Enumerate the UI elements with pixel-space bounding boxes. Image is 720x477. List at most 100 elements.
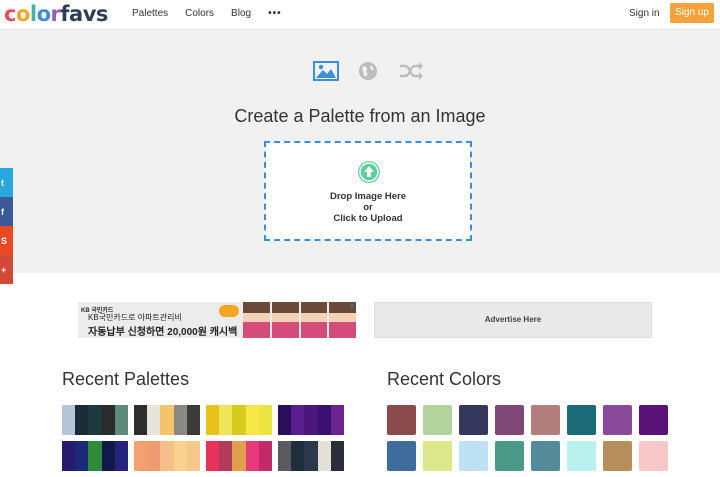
ad-offer: 자동납부 신청하면 20,000원 캐시백	[88, 327, 238, 338]
recent-colors-title: Recent Colors	[387, 369, 502, 389]
nav-colors[interactable]: Colors	[185, 8, 214, 19]
mode-selector	[0, 61, 720, 81]
palette-color-stripe	[114, 405, 129, 435]
color-swatch[interactable]	[639, 441, 668, 471]
social-share-bar: t f S +	[0, 168, 13, 284]
color-swatch[interactable]	[603, 441, 632, 471]
palette-color-stripe	[75, 405, 89, 435]
color-swatch[interactable]	[639, 405, 668, 435]
palette-card[interactable]	[206, 441, 273, 471]
colorfavs-logo[interactable]: colorfavs	[4, 2, 108, 26]
palette-color-stripe	[219, 405, 233, 435]
stumbleupon-icon[interactable]: S	[0, 226, 13, 255]
main-nav: Palettes Colors Blog •••	[132, 8, 299, 19]
color-swatch[interactable]	[567, 405, 596, 435]
more-menu-icon[interactable]: •••	[268, 8, 282, 19]
drop-line-2: or	[363, 202, 373, 213]
color-swatch[interactable]	[423, 405, 452, 435]
logo-letter: s	[95, 2, 109, 26]
palette-color-stripe	[278, 405, 292, 435]
palette-card[interactable]	[278, 405, 345, 435]
top-header: colorfavs Palettes Colors Blog ••• Sign …	[0, 0, 720, 30]
banner-ad[interactable]: KB 국민카드 KB국민카드로 아파트관리비 자동납부 신청하면 20,000원…	[78, 302, 356, 338]
color-swatch[interactable]	[387, 441, 416, 471]
palette-color-stripe	[330, 405, 345, 435]
nav-palettes[interactable]: Palettes	[132, 8, 168, 19]
ad-badge	[219, 305, 239, 317]
color-swatch[interactable]	[531, 441, 560, 471]
palette-color-stripe	[317, 441, 331, 471]
ad-photo	[243, 302, 356, 338]
palette-color-stripe	[147, 405, 161, 435]
palette-color-stripe	[134, 405, 148, 435]
logo-letter: v	[82, 2, 97, 26]
globe-icon[interactable]	[357, 61, 383, 81]
palette-color-stripe	[291, 441, 305, 471]
palette-color-stripe	[258, 441, 273, 471]
ad-headline: KB국민카드로 아파트관리비	[88, 313, 182, 322]
sign-up-button[interactable]: Sign up	[670, 3, 714, 23]
nav-blog[interactable]: Blog	[231, 8, 251, 19]
page-title: Create a Palette from an Image	[234, 106, 486, 126]
color-swatch[interactable]	[387, 405, 416, 435]
drop-line-1: Drop Image Here	[329, 191, 407, 202]
palette-color-stripe	[206, 405, 220, 435]
logo-letter: l	[29, 2, 37, 26]
drop-line-3: Click to Upload	[333, 213, 403, 224]
palette-color-stripe	[147, 441, 161, 471]
palette-color-stripe	[134, 441, 148, 471]
logo-letter: f	[60, 2, 70, 26]
palette-color-stripe	[114, 441, 129, 471]
palette-color-stripe	[258, 405, 273, 435]
palette-color-stripe	[304, 441, 318, 471]
color-swatch[interactable]	[459, 441, 488, 471]
palette-card[interactable]	[62, 441, 129, 471]
image-upload-hero: Create a Palette from an Image Drop Imag…	[0, 30, 720, 273]
palette-color-stripe	[232, 441, 246, 471]
palette-color-stripe	[278, 441, 292, 471]
palette-color-stripe	[317, 405, 331, 435]
color-swatch[interactable]	[603, 405, 632, 435]
palette-card[interactable]	[134, 405, 201, 435]
palette-color-stripe	[245, 441, 259, 471]
palette-card[interactable]	[206, 405, 273, 435]
palette-color-stripe	[206, 441, 220, 471]
palette-color-stripe	[330, 441, 345, 471]
palette-card[interactable]	[134, 441, 201, 471]
facebook-icon[interactable]: f	[0, 197, 13, 226]
logo-letter: c	[4, 2, 16, 26]
logo-letter: r	[50, 2, 61, 26]
palette-card[interactable]	[278, 441, 345, 471]
palette-color-stripe	[186, 405, 201, 435]
palette-color-stripe	[173, 441, 187, 471]
image-icon[interactable]	[313, 61, 339, 81]
color-swatch[interactable]	[531, 405, 560, 435]
palette-color-stripe	[101, 405, 115, 435]
twitter-icon[interactable]: t	[0, 168, 13, 197]
logo-letter: o	[36, 2, 51, 26]
image-dropzone[interactable]: Drop Image Here or Click to Upload	[264, 141, 472, 241]
palette-color-stripe	[75, 441, 89, 471]
upload-arrow-icon	[358, 161, 380, 183]
dropzone-instructions: Drop Image Here or Click to Upload	[266, 191, 470, 224]
advertise-here-button[interactable]: Advertise Here	[374, 302, 652, 338]
color-swatch[interactable]	[495, 441, 524, 471]
palette-color-stripe	[245, 405, 259, 435]
palette-color-stripe	[88, 441, 102, 471]
ad-close-icon[interactable]: x	[351, 303, 355, 310]
palette-color-stripe	[173, 405, 187, 435]
color-swatch[interactable]	[495, 405, 524, 435]
palette-card[interactable]	[62, 405, 129, 435]
color-swatch[interactable]	[423, 441, 452, 471]
shuffle-icon[interactable]	[398, 61, 424, 81]
recent-palettes-title: Recent Palettes	[62, 369, 190, 389]
color-swatch[interactable]	[459, 405, 488, 435]
logo-letter: a	[69, 2, 83, 26]
palette-color-stripe	[160, 405, 174, 435]
palette-color-stripe	[232, 405, 246, 435]
googleplus-icon[interactable]: +	[0, 255, 13, 284]
palette-color-stripe	[291, 405, 305, 435]
palette-color-stripe	[62, 441, 76, 471]
color-swatch[interactable]	[567, 441, 596, 471]
sign-in-link[interactable]: Sign in	[629, 8, 660, 19]
